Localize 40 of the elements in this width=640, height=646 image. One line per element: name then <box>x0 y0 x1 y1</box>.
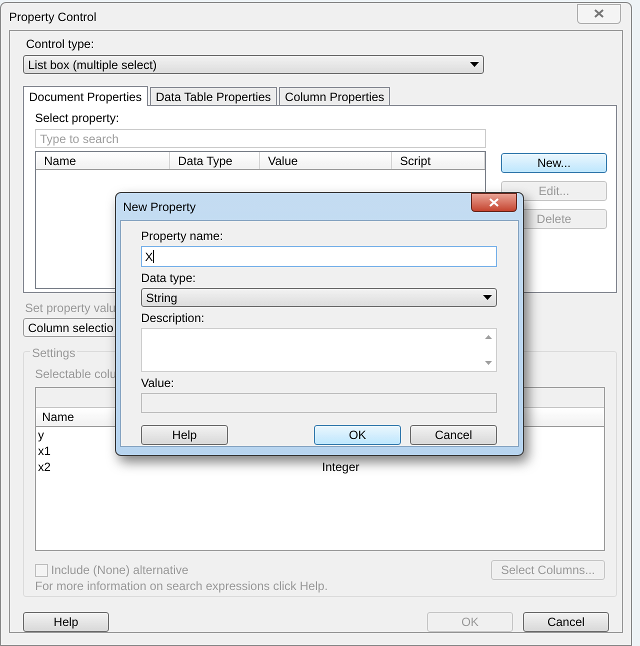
tab[interactable]: Data Table Properties <box>150 87 277 105</box>
select-property-label: Select property: <box>35 110 120 127</box>
value-label: Value: <box>141 375 176 392</box>
close-icon <box>489 198 499 207</box>
description-field[interactable] <box>141 328 497 372</box>
help-text: For more information on search expressions click Help. <box>35 578 329 595</box>
dialog-title: New Property <box>123 198 196 216</box>
data-type-label: Data type: <box>141 270 197 287</box>
property-name-field[interactable]: X <box>141 246 497 267</box>
control-type-label: Control type: <box>26 36 96 53</box>
search-field[interactable]: Type to search <box>35 129 486 148</box>
table-cell-text: x1 <box>38 443 51 460</box>
column-header[interactable]: Script <box>392 152 485 169</box>
button[interactable]: OK <box>314 425 401 445</box>
button[interactable]: Help <box>23 612 109 632</box>
close-button[interactable] <box>471 193 517 212</box>
data-type-dropdown[interactable]: String <box>141 288 497 307</box>
control-type-dropdown[interactable]: List box (multiple select) <box>23 55 484 74</box>
button[interactable]: Help <box>141 425 228 445</box>
description-label: Description: <box>141 310 206 327</box>
column-header[interactable]: Value <box>260 152 392 169</box>
column-header[interactable]: Data Type <box>170 152 260 169</box>
caret-icon <box>483 295 492 300</box>
property-name-label: Property name: <box>141 228 224 245</box>
column-header[interactable]: Name <box>36 152 170 169</box>
scroll-down-icon <box>484 361 492 365</box>
window-title: Property Control <box>9 8 96 26</box>
table-cell-text: y <box>38 427 44 444</box>
set-property-value-label: Set property valu <box>25 300 117 317</box>
button[interactable]: New... <box>501 153 607 173</box>
button[interactable]: Cancel <box>523 612 609 632</box>
tab[interactable]: Column Properties <box>278 87 390 105</box>
close-icon <box>594 9 604 18</box>
table-cell-text: Integer <box>322 459 360 476</box>
tab[interactable]: Document Properties <box>23 86 148 106</box>
include-none-label: Include (None) alternative <box>51 562 188 579</box>
caret-icon <box>470 62 479 67</box>
table-cell-text: x2 <box>38 459 51 476</box>
button[interactable]: Cancel <box>410 425 497 445</box>
scroll-up-icon <box>484 335 492 339</box>
